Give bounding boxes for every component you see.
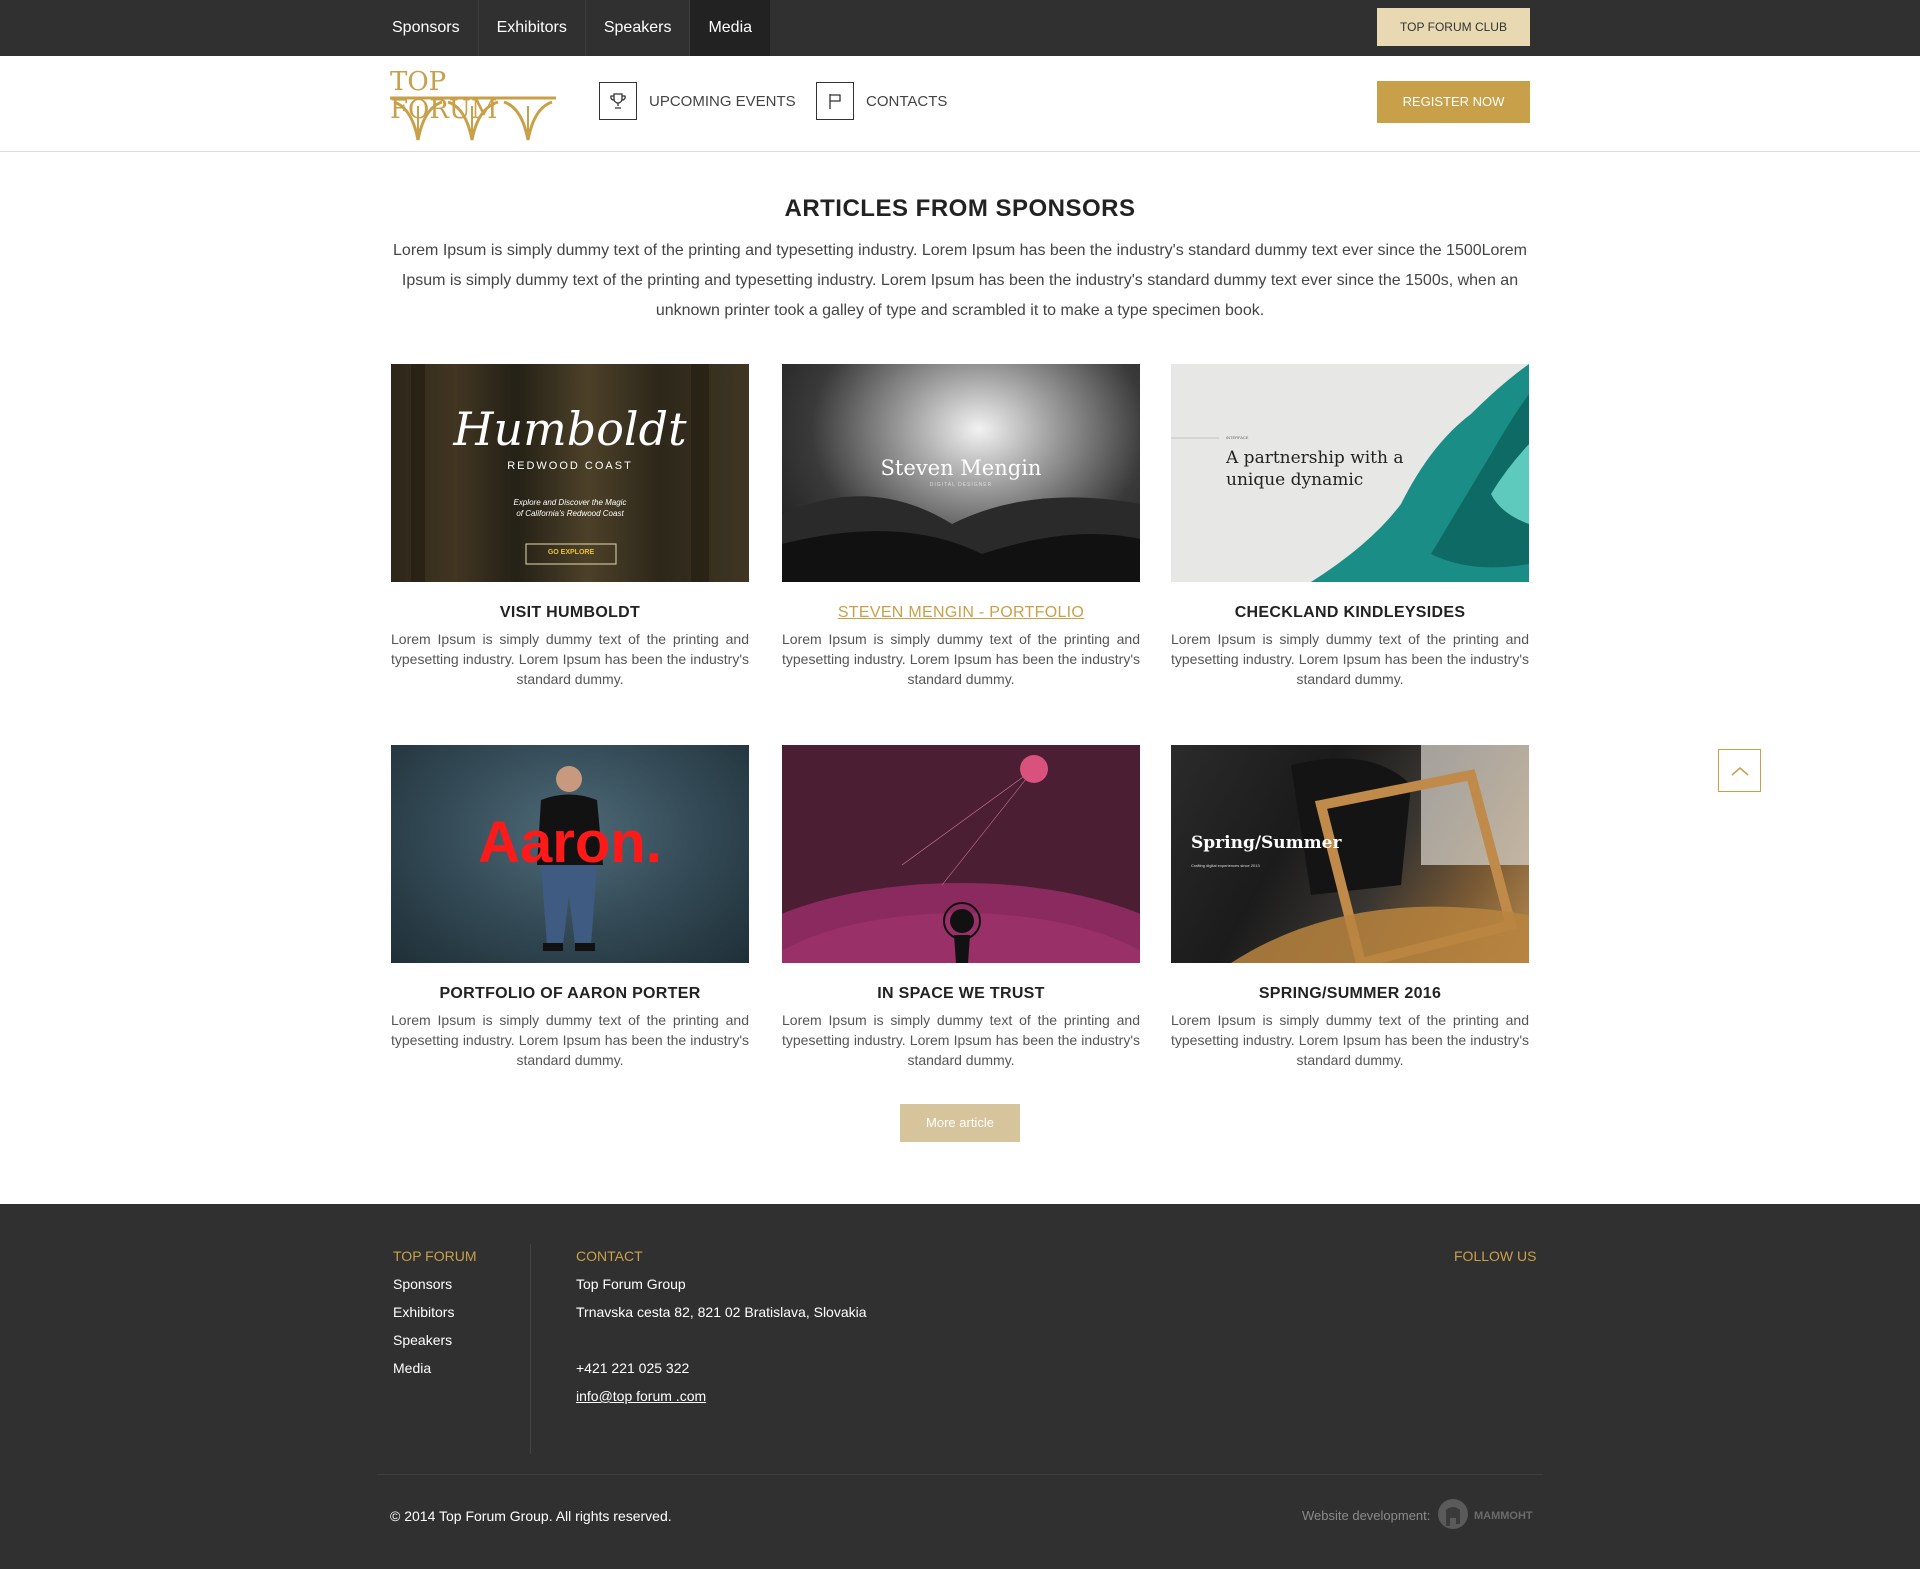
article-title[interactable]: CHECKLAND KINDLEYSIDES [1171,604,1529,622]
nav-upcoming-events-label: UPCOMING EVENTS [649,92,796,110]
article-text: Lorem Ipsum is simply dummy text of the … [1171,631,1529,687]
article-card[interactable]: Steven Mengin DIGITAL DESIGNER STEVEN ME… [782,364,1140,689]
article-image-steven-mengin[interactable]: Steven Mengin DIGITAL DESIGNER [782,364,1140,582]
article-image-aaron[interactable]: Aaron. [391,745,749,963]
article-card[interactable]: Spring/Summer Crafting digital experienc… [1171,745,1529,1070]
footer-dev-label: Website development: [1302,1508,1431,1523]
developer-logo-text: МАММОНТ [1474,1510,1533,1522]
chevron-up-icon [1731,766,1748,776]
spring-heading: Spring/Summer [1191,833,1342,853]
humboldt-cta: GO EXPLORE [547,549,595,556]
footer-link-exhibitors[interactable]: Exhibitors [393,1302,477,1330]
article-image-spring-summer[interactable]: Spring/Summer Crafting digital experienc… [1171,745,1529,963]
article-card[interactable]: Humboldt REDWOOD COAST Explore and Disco… [391,364,749,689]
developer-logo[interactable]: МАММОНТ [1436,1498,1533,1532]
footer-link-media[interactable]: Media [393,1358,477,1386]
flag-icon [816,82,854,120]
footer-phone[interactable]: +421 221 025 322 [576,1358,867,1386]
footer-heading-follow-us: FOLLOW US [1454,1248,1537,1264]
footer-col-contact: CONTACT Top Forum Group Trnavska cesta 8… [576,1248,867,1414]
article-title[interactable]: SPRING/SUMMER 2016 [1171,985,1529,1003]
mengin-name: Steven Mengin [880,456,1042,480]
article-title[interactable]: STEVEN MENGIN - PORTFOLIO [782,604,1140,622]
top-forum-club-button[interactable]: TOP FORUM CLUB [1377,8,1530,46]
top-nav: Sponsors Exhibitors Speakers Media [374,0,771,56]
top-nav-exhibitors[interactable]: Exhibitors [479,0,586,56]
humboldt-sub: REDWOOD COAST [507,460,633,472]
aaron-word: Aaron. [478,810,662,875]
footer-link-sponsors[interactable]: Sponsors [393,1274,477,1302]
bridge-logo-icon [390,96,556,141]
mengin-sub: DIGITAL DESIGNER [929,482,993,488]
article-title[interactable]: VISIT HUMBOLDT [391,604,749,622]
trophy-icon [599,82,637,120]
nav-contacts[interactable]: CONTACTS [816,82,947,120]
top-nav-sponsors[interactable]: Sponsors [374,0,479,56]
humboldt-tagline-2: of California's Redwood Coast [516,509,624,518]
spring-sub: Crafting digital experiences since 2013 [1191,863,1260,868]
section-intro: Lorem Ipsum is simply dummy text of the … [393,242,1527,319]
top-bar: Sponsors Exhibitors Speakers Media TOP F… [0,0,1920,56]
footer-link-speakers[interactable]: Speakers [393,1330,477,1358]
footer-heading-top-forum: TOP FORUM [393,1248,477,1264]
footer-copyright: © 2014 Top Forum Group. All rights reser… [390,1508,672,1524]
humboldt-tagline-1: Explore and Discover the Magic [513,498,627,507]
article-text: Lorem Ipsum is simply dummy text of the … [782,631,1140,687]
scroll-to-top-button[interactable] [1718,749,1761,792]
footer-rule [377,1474,1543,1475]
footer-divider [530,1244,531,1454]
header: TOP FORUM UPCOMING EVENTS CONTACTS REGIS… [0,56,1920,152]
footer: TOP FORUM Sponsors Exhibitors Speakers M… [0,1204,1920,1569]
footer-spacer [576,1330,867,1358]
checkland-small: INTERFACE [1226,435,1249,440]
footer-col-top-forum: TOP FORUM Sponsors Exhibitors Speakers M… [393,1248,477,1386]
article-card[interactable]: IN SPACE WE TRUST Lorem Ipsum is simply … [782,745,1140,1070]
footer-col-follow: FOLLOW US [1454,1248,1536,1274]
article-title[interactable]: IN SPACE WE TRUST [782,985,1140,1003]
article-text: Lorem Ipsum is simply dummy text of the … [782,1012,1140,1068]
humboldt-script: Humboldt [453,402,687,456]
article-text: Lorem Ipsum is simply dummy text of the … [391,631,749,687]
article-image-checkland[interactable]: INTERFACE A partnership with a unique dy… [1171,364,1529,582]
article-text: Lorem Ipsum is simply dummy text of the … [391,1012,749,1068]
footer-email[interactable]: info@top forum .com [576,1386,867,1414]
top-nav-speakers[interactable]: Speakers [586,0,691,56]
footer-address: Trnavska cesta 82, 821 02 Bratislava, Sl… [576,1304,867,1320]
article-text: Lorem Ipsum is simply dummy text of the … [1171,1012,1529,1068]
checkland-line2: unique dynamic [1226,470,1364,490]
checkland-line1: A partnership with a [1226,448,1404,468]
article-title[interactable]: PORTFOLIO OF AARON PORTER [391,985,749,1003]
more-article-button[interactable]: More article [900,1104,1020,1142]
logo[interactable]: TOP FORUM [390,68,556,141]
section-title: ARTICLES FROM SPONSORS [784,195,1136,222]
footer-company: Top Forum Group [576,1276,686,1292]
article-image-humboldt[interactable]: Humboldt REDWOOD COAST Explore and Disco… [391,364,749,582]
register-now-button[interactable]: REGISTER NOW [1377,81,1530,123]
top-nav-media[interactable]: Media [690,0,771,56]
article-card[interactable]: INTERFACE A partnership with a unique dy… [1171,364,1529,689]
elephant-icon [1438,1499,1468,1529]
article-image-space[interactable] [782,745,1140,963]
nav-upcoming-events[interactable]: UPCOMING EVENTS [599,82,796,120]
article-card[interactable]: Aaron. PORTFOLIO OF AARON PORTER Lorem I… [391,745,749,1070]
nav-contacts-label: CONTACTS [866,92,948,110]
footer-heading-contact: CONTACT [576,1248,643,1264]
